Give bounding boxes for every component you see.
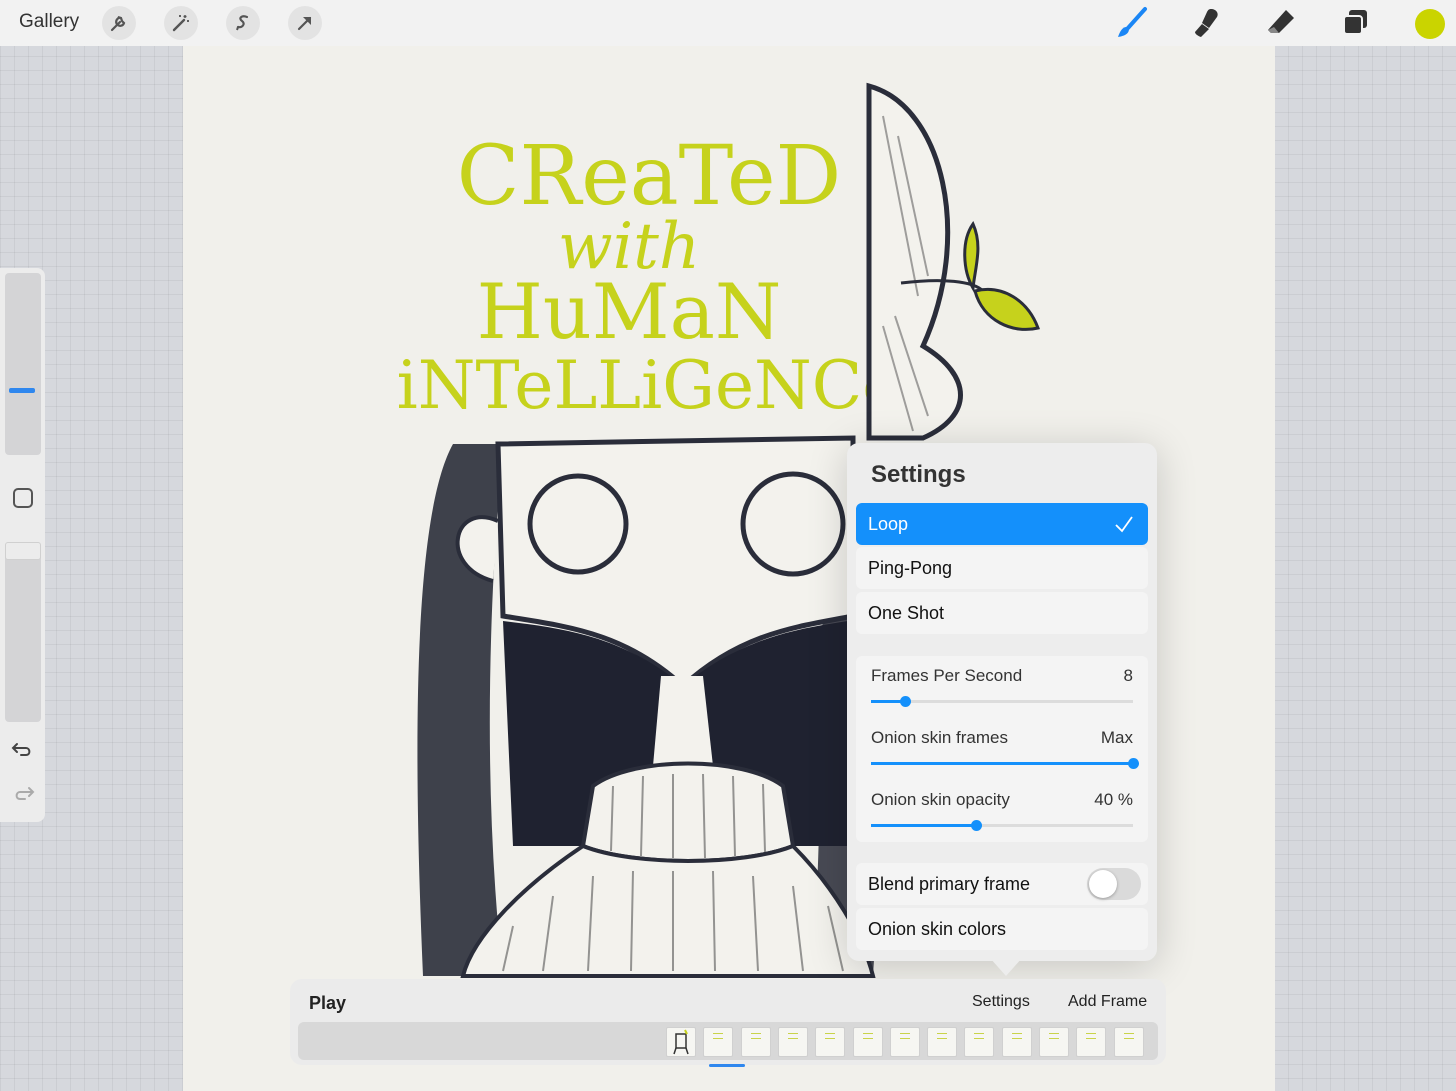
timeline-frame[interactable] bbox=[740, 1027, 771, 1057]
fps-slider[interactable] bbox=[871, 696, 1133, 707]
animation-timeline: Play Settings Add Frame bbox=[290, 979, 1166, 1065]
popover-title: Settings bbox=[871, 461, 966, 488]
option-one-shot-label: One Shot bbox=[868, 602, 945, 623]
timeline-frame[interactable] bbox=[777, 1027, 808, 1057]
onion-skin-colors-label: Onion skin colors bbox=[868, 918, 1007, 939]
timeline-frame[interactable] bbox=[1039, 1027, 1069, 1057]
add-frame-button[interactable]: Add Frame bbox=[1068, 993, 1147, 1011]
transform-arrow-icon[interactable] bbox=[288, 6, 322, 40]
animation-sliders-group: Frames Per Second 8 Onion skin frames Ma… bbox=[856, 656, 1148, 842]
brush-opacity-slider[interactable] bbox=[5, 542, 41, 722]
brush-icon[interactable] bbox=[1114, 6, 1148, 40]
timeline-frame[interactable] bbox=[1001, 1027, 1032, 1057]
wrench-icon[interactable] bbox=[102, 6, 136, 40]
gallery-button[interactable]: Gallery bbox=[19, 11, 79, 33]
brush-size-slider[interactable] bbox=[5, 273, 41, 455]
frames-strip[interactable] bbox=[298, 1022, 1158, 1060]
layers-icon[interactable] bbox=[1339, 6, 1373, 40]
brush-size-handle[interactable] bbox=[9, 388, 35, 393]
popover-arrow bbox=[990, 958, 1022, 976]
timeline-frame[interactable] bbox=[1113, 1027, 1144, 1057]
brush-opacity-handle[interactable] bbox=[5, 542, 41, 560]
animation-settings-popover: Settings Loop Ping-Pong One Shot Frames … bbox=[847, 443, 1157, 961]
timeline-frame[interactable] bbox=[703, 1027, 734, 1057]
timeline-frame[interactable] bbox=[815, 1027, 846, 1057]
blend-primary-frame-row: Blend primary frame bbox=[856, 863, 1148, 905]
onion-frames-value: Max bbox=[1100, 728, 1133, 747]
redo-icon[interactable] bbox=[11, 782, 35, 806]
onion-opacity-value: 40 % bbox=[1094, 790, 1133, 809]
fps-label: Frames Per Second bbox=[871, 666, 1023, 685]
timeline-frame[interactable] bbox=[927, 1027, 958, 1057]
blend-primary-frame-toggle[interactable] bbox=[1087, 868, 1141, 900]
timeline-frame[interactable] bbox=[1076, 1027, 1107, 1057]
left-sidebar bbox=[0, 268, 45, 822]
selection-icon[interactable] bbox=[226, 6, 260, 40]
selected-frame-indicator bbox=[709, 1064, 745, 1067]
modify-square-button[interactable] bbox=[13, 488, 33, 508]
play-button[interactable]: Play bbox=[309, 993, 346, 1014]
timeline-frame[interactable] bbox=[964, 1027, 995, 1057]
onion-skin-colors-button[interactable]: Onion skin colors bbox=[856, 908, 1148, 950]
option-ping-pong-label: Ping-Pong bbox=[868, 557, 953, 578]
option-loop-label: Loop bbox=[868, 513, 909, 534]
onion-opacity-slider[interactable] bbox=[871, 820, 1133, 831]
onion-opacity-slider-knob[interactable] bbox=[970, 820, 982, 831]
option-one-shot[interactable]: One Shot bbox=[856, 592, 1148, 634]
onion-frames-label: Onion skin frames bbox=[871, 728, 1008, 747]
toggle-knob bbox=[1089, 870, 1117, 898]
lettering-line-3: HuMaN bbox=[477, 267, 782, 356]
onion-frames-slider-knob[interactable] bbox=[1128, 758, 1139, 769]
lettering-line-4: iNTeLLiGeNCe bbox=[397, 347, 902, 424]
eraser-icon[interactable] bbox=[1264, 6, 1298, 40]
option-ping-pong[interactable]: Ping-Pong bbox=[856, 547, 1148, 589]
magic-wand-icon[interactable] bbox=[164, 6, 198, 40]
timeline-settings-button[interactable]: Settings bbox=[972, 993, 1030, 1011]
fps-slider-knob[interactable] bbox=[900, 696, 912, 707]
undo-icon[interactable] bbox=[11, 738, 35, 762]
timeline-frame[interactable] bbox=[889, 1027, 920, 1057]
onion-opacity-label: Onion skin opacity bbox=[871, 790, 1010, 809]
smudge-icon[interactable] bbox=[1189, 6, 1223, 40]
timeline-frame[interactable] bbox=[666, 1027, 696, 1057]
checkmark-icon bbox=[1115, 516, 1133, 533]
blend-primary-frame-label: Blend primary frame bbox=[868, 873, 1031, 894]
color-picker-button[interactable] bbox=[1415, 9, 1445, 39]
fps-value: 8 bbox=[1123, 666, 1133, 685]
option-loop[interactable]: Loop bbox=[856, 503, 1148, 545]
onion-frames-slider[interactable] bbox=[871, 758, 1139, 769]
top-toolbar: Gallery bbox=[0, 0, 1456, 46]
frame-thumbnail bbox=[673, 1029, 689, 1055]
timeline-frame[interactable] bbox=[852, 1027, 883, 1057]
